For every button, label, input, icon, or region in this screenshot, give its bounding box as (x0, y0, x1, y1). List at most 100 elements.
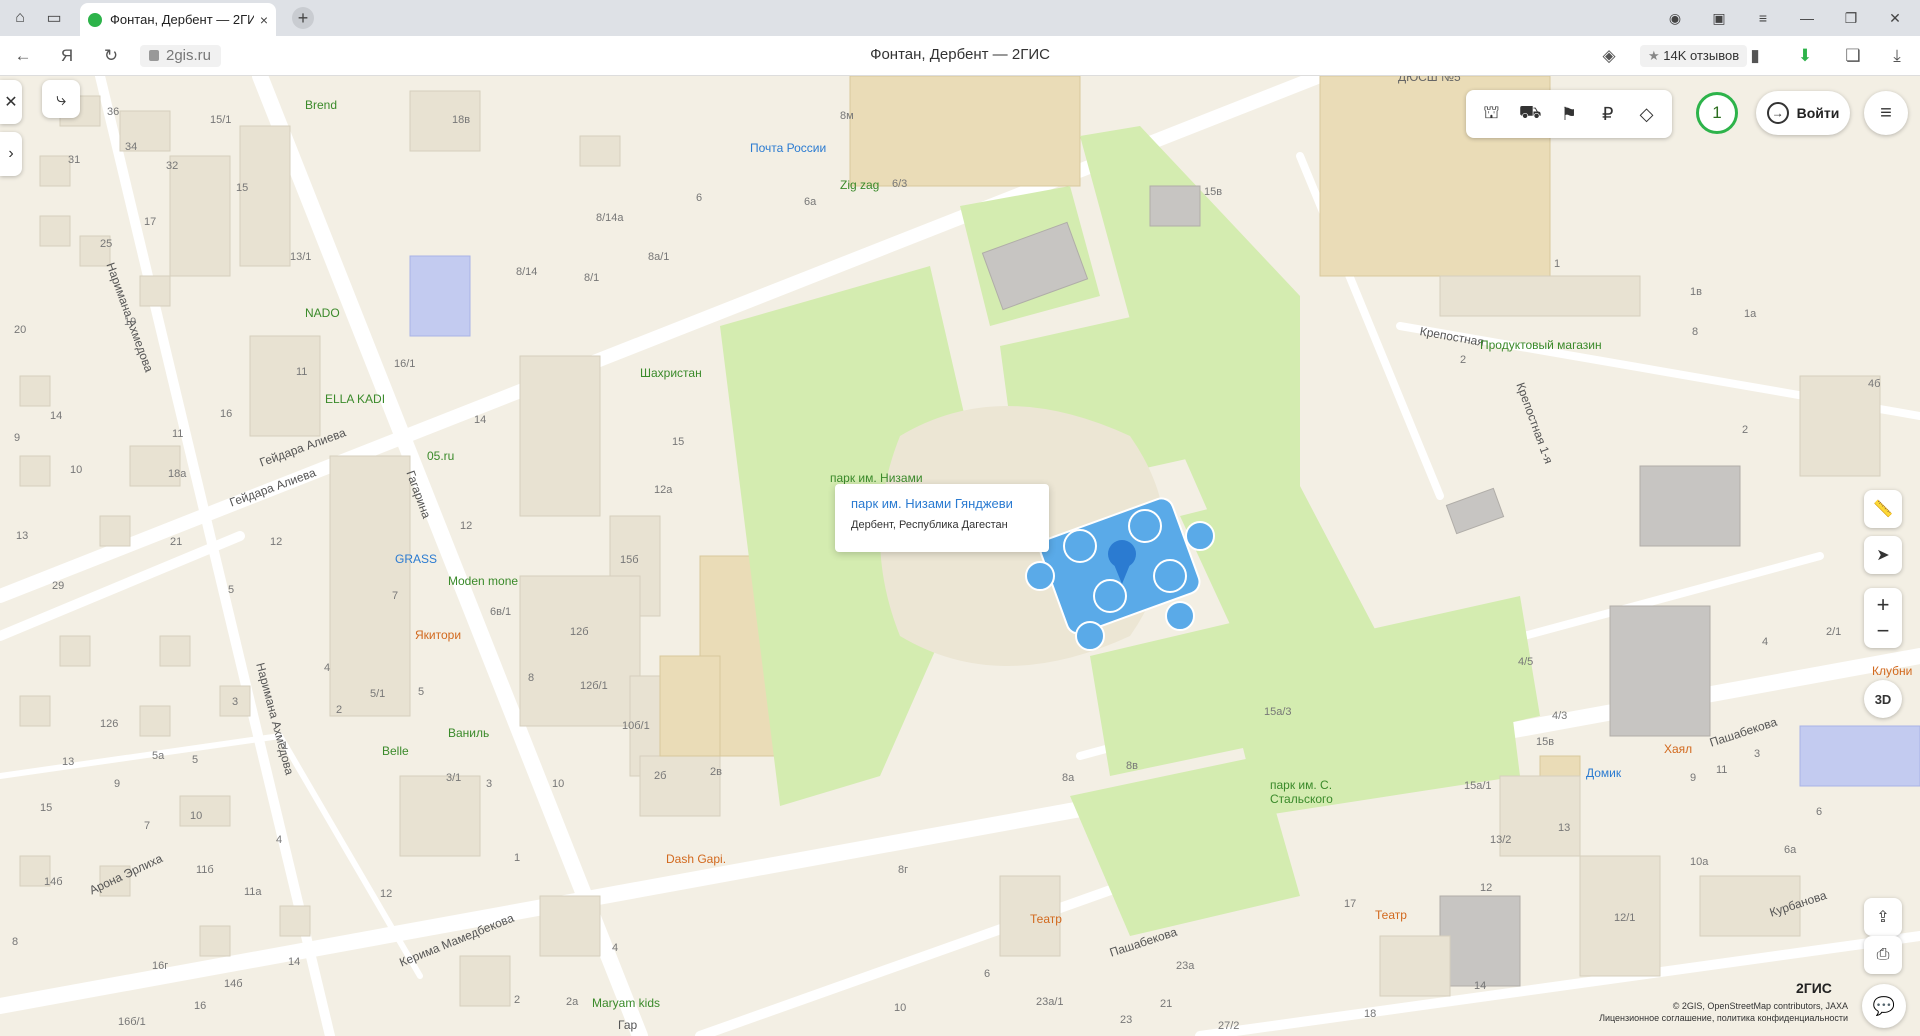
close-panel-button[interactable]: ✕ (0, 80, 22, 124)
map-canvas[interactable]: Наримана Ахмедова Наримана Ахмедова Гейд… (0, 76, 1920, 1036)
house-number: 5/1 (370, 688, 386, 700)
layers-icon[interactable]: ◇ (1631, 98, 1663, 130)
url-field[interactable]: 2gis.ru (140, 45, 222, 67)
menu-button[interactable]: ≡ (1864, 91, 1908, 135)
poi-label[interactable]: GRASS (395, 552, 437, 566)
house-number: 29 (52, 580, 65, 592)
lock-icon (149, 50, 159, 61)
house-number: 2 (336, 704, 343, 716)
house-number: 8в (1126, 760, 1138, 772)
poi-label[interactable]: парк им. С. (1270, 778, 1332, 792)
house-number: 12б/1 (580, 680, 608, 692)
minimize-icon[interactable]: — (1786, 0, 1828, 36)
house-number: 8 (528, 672, 535, 684)
house-number: 1 (1554, 258, 1561, 270)
profile-icon[interactable]: ◉ (1654, 0, 1696, 36)
back-arrow-icon[interactable]: ← (10, 44, 36, 68)
attribution-line: © 2GIS, OpenStreetMap contributors, JAXA (1672, 1001, 1848, 1011)
browser-tab-bar: ⌂ ▭ (0, 0, 1920, 36)
locate-me-icon[interactable]: ➤ (1864, 536, 1902, 574)
browser-menu-icon[interactable]: ≡ (1742, 0, 1784, 36)
bookmarks-panel-icon[interactable]: ▣ (1698, 0, 1740, 36)
yandex-icon[interactable]: Я (54, 44, 80, 68)
collections-icon[interactable]: ❏ (1840, 44, 1866, 68)
house-number: 6в/1 (490, 606, 512, 618)
poi-label[interactable]: Moden mone (448, 574, 518, 588)
login-button[interactable]: → Войти (1756, 91, 1850, 135)
license-link[interactable]: Лицензионное соглашение, политика конфид… (1580, 1012, 1848, 1024)
house-number: 15в (1204, 186, 1223, 198)
house-number: 5 (192, 754, 199, 766)
house-number: 15 (672, 436, 685, 448)
new-tab-button[interactable]: + (292, 7, 314, 29)
poi-label[interactable]: парк им. Низами (830, 471, 923, 485)
page-title: Фонтан, Дербент — 2ГИС (870, 46, 1050, 63)
poi-label[interactable]: Dash Gapi. (666, 852, 726, 866)
close-tab-icon[interactable]: × (260, 12, 268, 28)
counter-badge[interactable]: 1 (1696, 92, 1738, 134)
poi-label[interactable]: Клубни (1872, 664, 1912, 678)
transport-icon[interactable]: ⛟ (1514, 98, 1546, 130)
ruble-icon[interactable]: ₽ (1592, 98, 1624, 130)
poi-label[interactable]: ДЮСШ №5 (1398, 76, 1461, 84)
poi-label[interactable]: Почта России (750, 141, 826, 155)
poi-label[interactable]: 05.ru (427, 449, 454, 463)
poi-label[interactable]: Домик (1586, 766, 1621, 780)
zoom-in-button[interactable]: + (1877, 592, 1890, 618)
routes-icon[interactable]: ⤷ (42, 80, 80, 118)
house-number: 16б/1 (118, 1016, 146, 1028)
zoom-out-button[interactable]: − (1877, 618, 1890, 644)
house-number: 2в (710, 766, 722, 778)
house-number: 15а/1 (1464, 780, 1492, 792)
place-popup[interactable]: парк им. Низами Гянджеви Дербент, Респуб… (835, 484, 1049, 552)
poi-label[interactable]: ELLA KADI (325, 392, 385, 406)
downloads-icon[interactable]: ⤓ (1884, 44, 1910, 68)
house-number: 4 (324, 662, 331, 674)
signs-icon[interactable]: ⚑ (1553, 98, 1585, 130)
poi-label[interactable]: Maryam kids (592, 996, 660, 1010)
popup-title[interactable]: парк им. Низами Гянджеви (851, 496, 1033, 511)
bookmark-icon[interactable]: ▮ (1742, 44, 1768, 68)
print-icon[interactable]: ⎙ (1864, 936, 1902, 974)
poi-label[interactable]: Brend (305, 98, 337, 112)
poi-label[interactable]: Belle (382, 744, 409, 758)
house-number: 16/1 (394, 358, 416, 370)
house-number: 13/1 (290, 251, 312, 263)
attractions-icon[interactable]: ⛫ (1475, 98, 1507, 130)
poi-label[interactable]: Ваниль (448, 726, 489, 740)
popup-address: Дербент, Республика Дагестан (851, 519, 1008, 531)
house-number: 2 (1460, 354, 1467, 366)
poi-label[interactable]: Шахристан (640, 366, 702, 380)
expand-panel-button[interactable]: › (0, 132, 22, 176)
poi-label[interactable]: Продуктовый магазин (1480, 338, 1602, 352)
house-number: 8а/1 (648, 251, 670, 263)
house-number: 25 (100, 238, 113, 250)
house-number: 4 (612, 942, 619, 954)
poi-label[interactable]: Хаял (1664, 742, 1692, 756)
poi-label[interactable]: Стальского (1270, 792, 1333, 806)
protect-icon[interactable]: ◈ (1596, 44, 1622, 68)
3d-button[interactable]: 3D (1864, 680, 1902, 718)
reload-icon[interactable]: ↻ (98, 44, 124, 68)
poi-label[interactable]: Zig zag (840, 178, 879, 192)
poi-label[interactable]: NADO (305, 306, 340, 320)
close-window-icon[interactable]: ✕ (1874, 0, 1916, 36)
house-number: 5а (152, 750, 165, 762)
house-number: 18 (1364, 1008, 1377, 1020)
poi-label[interactable]: Театр (1030, 912, 1062, 926)
folders-icon[interactable]: ▭ (40, 4, 68, 32)
house-number: 15 (236, 182, 249, 194)
share-icon[interactable]: ⇪ (1864, 898, 1902, 936)
house-number: 11б (196, 864, 214, 876)
ruler-icon[interactable]: 📏 (1864, 490, 1902, 528)
restore-icon[interactable]: ❐ (1830, 0, 1872, 36)
house-number: 9 (14, 432, 21, 444)
home-icon[interactable]: ⌂ (6, 4, 34, 32)
house-number: 13 (1558, 822, 1571, 834)
chat-icon[interactable]: 💬 (1862, 984, 1906, 1028)
poi-label[interactable]: Якитори (415, 628, 461, 642)
browser-tab[interactable]: Фонтан, Дербент — 2ГИ × (80, 3, 276, 36)
poi-label[interactable]: Театр (1375, 908, 1407, 922)
download-arrow-icon[interactable]: ⬇ (1792, 44, 1818, 68)
reviews-badge[interactable]: ★ 14K отзывов (1640, 45, 1748, 67)
